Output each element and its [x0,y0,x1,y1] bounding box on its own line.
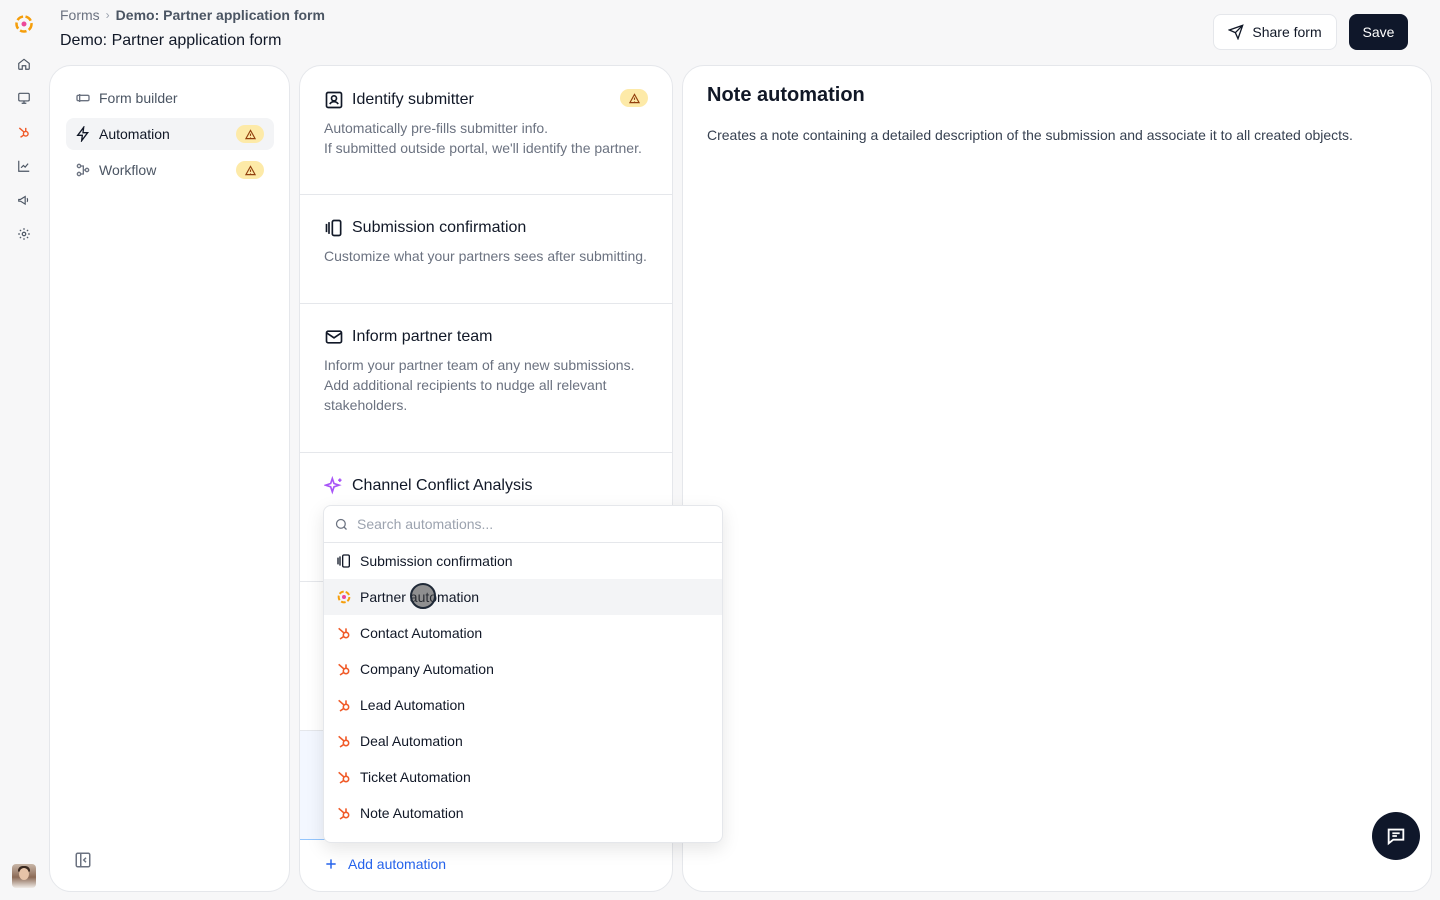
partner-logo-icon [337,590,351,604]
nav-item-label: Automation [99,126,170,142]
search-icon [335,518,347,530]
automation-title: Submission confirmation [352,219,527,236]
chart-icon[interactable] [12,154,36,178]
settings-icon[interactable] [12,222,36,246]
mail-icon [325,330,343,344]
home-icon[interactable] [12,52,36,76]
add-automation-label: Add automation [348,856,447,872]
form-builder-icon [76,94,90,102]
chevron-right-icon: › [105,8,110,22]
dropdown-item-label: Company Automation [360,661,494,677]
share-form-button[interactable]: Share form [1213,14,1337,50]
hubspot-icon [338,771,350,784]
automation-search-input[interactable] [357,516,697,532]
nav-item-workflow[interactable]: Workflow [66,154,274,186]
nav-item-form-builder[interactable]: Form builder [66,82,274,114]
send-icon [1228,24,1245,40]
collapse-sidebar-icon[interactable] [74,851,92,869]
plus-icon [326,859,336,869]
dropdown-item-label: Contact Automation [360,625,483,641]
dropdown-item-label: Note Automation [360,805,464,821]
hubspot-icon[interactable] [12,120,36,144]
sparkle-icon [324,476,342,495]
megaphone-icon[interactable] [12,188,36,212]
workflow-icon [76,163,90,177]
settings-nav-panel: Form builder Automation Workflow [49,65,290,892]
dropdown-item-lead-automation[interactable]: Lead Automation [324,687,722,723]
dropdown-item-label: Ticket Automation [360,769,471,785]
breadcrumb-forms-link[interactable]: Forms [60,7,100,23]
hubspot-icon [338,663,350,676]
dropdown-item-note-automation[interactable]: Note Automation [324,795,722,831]
automation-search [324,506,722,543]
breadcrumb-current: Demo: Partner application form [115,7,325,23]
hubspot-icon [338,627,350,640]
dropdown-item-partner-automation[interactable]: Partner automation [324,579,722,615]
automation-picker-dropdown: Submission confirmation Partner automati… [323,505,723,843]
dropdown-item-submission-confirmation[interactable]: Submission confirmation [324,543,722,579]
dropdown-item-ticket-automation[interactable]: Ticket Automation [324,759,722,795]
detail-title: Note automation [707,84,865,106]
share-form-label: Share form [1252,24,1322,40]
save-button[interactable]: Save [1349,14,1408,50]
dropdown-item-contact-automation[interactable]: Contact Automation [324,615,722,651]
app-logo-icon[interactable] [12,12,36,36]
dropdown-item-deal-automation[interactable]: Deal Automation [324,723,722,759]
confirmation-icon [325,219,342,237]
automation-card-identify-submitter[interactable]: Identify submitter Automatically pre-fil… [300,66,672,195]
automation-title: Channel Conflict Analysis [352,477,533,494]
hubspot-icon [338,735,350,748]
nav-item-label: Workflow [99,162,157,178]
automation-detail-panel: Note automation Creates a note containin… [682,65,1432,892]
automation-card-inform-partner-team[interactable]: Inform partner team Inform your partner … [300,304,672,453]
nav-item-label: Form builder [99,90,178,106]
left-rail [0,0,48,900]
automation-description: Customize what your partners sees after … [324,248,647,264]
add-automation-button[interactable]: Add automation [324,856,446,872]
automation-title: Identify submitter [352,91,474,108]
automation-card-submission-confirmation[interactable]: Submission confirmation Customize what y… [300,195,672,304]
automation-title: Inform partner team [352,328,493,345]
breadcrumb: Forms › Demo: Partner application form [60,7,325,23]
dropdown-item-company-automation[interactable]: Company Automation [324,651,722,687]
warning-badge [236,125,264,143]
automation-description: Automatically pre-fills submitter info. … [324,120,642,156]
dropdown-item-label: Lead Automation [360,697,466,713]
dropdown-item-label: Deal Automation [360,733,463,749]
automation-description: Inform your partner team of any new subm… [324,357,635,413]
page-title: Demo: Partner application form [60,32,282,49]
warning-icon [628,92,640,103]
warning-badge [236,161,264,179]
dropdown-item-label: Submission confirmation [360,553,513,569]
chat-icon [1387,828,1405,846]
warning-icon [244,128,256,139]
hubspot-icon [338,699,350,712]
dropdown-item-label: Partner automation [360,589,480,605]
confirmation-icon [337,554,350,568]
nav-item-automation[interactable]: Automation [66,118,274,150]
monitor-icon[interactable] [12,86,36,110]
warning-icon [244,164,256,175]
hubspot-icon [338,807,350,820]
chat-support-button[interactable] [1372,812,1420,860]
detail-description: Creates a note containing a detailed des… [707,127,1353,143]
user-avatar[interactable] [12,864,36,888]
contact-card-icon [325,91,343,109]
warning-badge [620,89,648,107]
lightning-icon [76,126,89,142]
